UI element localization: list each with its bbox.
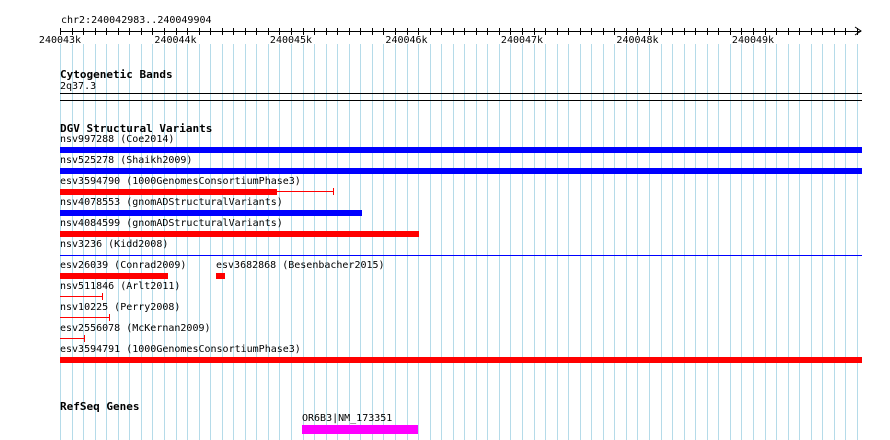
ruler-axis [60,31,861,32]
ruler-label: 240043k [38,35,82,46]
gene-bar[interactable] [302,425,418,434]
variant-bar[interactable] [60,231,419,237]
track-title-refseq: RefSeq Genes [60,400,140,413]
variant-whisker[interactable] [60,338,85,339]
variant-bar[interactable] [60,210,362,216]
track-title-cytobands: Cytogenetic Bands [60,68,173,81]
variant-label: nsv3236 (Kidd2008) [60,239,169,250]
ruler-label: 240044k [154,35,197,46]
variant-label: esv3594790 (1000GenomesConsortiumPhase3) [60,176,301,187]
variant-label: esv26039 (Conrad2009) [60,260,187,271]
variant-label: nsv10225 (Perry2008) [60,302,181,313]
variant-label: esv3682868 (Besenbacher2015) [216,260,385,271]
variant-whisker [277,191,334,192]
variant-bar[interactable] [60,168,862,174]
gene-label: OR6B3|NM_173351 [302,413,393,424]
cytoband-lower-line [60,100,862,101]
variant-whisker[interactable] [60,296,103,297]
ruler-label: 240046k [385,35,428,46]
cytoband-upper-line [60,93,862,94]
variant-bar[interactable] [60,273,168,279]
variant-whisker-cap [333,188,334,195]
variant-whisker-cap [102,293,103,300]
variant-bar[interactable] [60,147,862,153]
variant-bar[interactable] [60,357,862,363]
variant-label: nsv525278 (Shaikh2009) [60,155,193,166]
variant-label: nsv4078553 (gnomADStructuralVariants) [60,197,283,208]
variant-label: esv3594791 (1000GenomesConsortiumPhase3) [60,344,301,355]
ruler-label: 240049k [731,35,775,46]
variant-label: esv2556078 (McKernan2009) [60,323,211,334]
variant-label: nsv997288 (Coe2014) [60,134,175,145]
cytoband-label: 2q37.3 [60,81,97,92]
ruler-label: 240045k [269,35,313,46]
variant-whisker[interactable] [60,317,110,318]
variant-whisker-cap [84,335,85,342]
variant-label: nsv4084599 (gnomADStructuralVariants) [60,218,283,229]
location-label: chr2:240042983..240049904 [61,15,212,26]
variant-line[interactable] [60,255,862,256]
variant-bar[interactable] [216,273,225,279]
ruler-label: 240047k [500,35,544,46]
variant-bar[interactable] [60,189,277,195]
ruler-label: 240048k [616,35,659,46]
variant-whisker-cap [109,314,110,321]
variant-label: nsv511846 (Arlt2011) [60,281,181,292]
